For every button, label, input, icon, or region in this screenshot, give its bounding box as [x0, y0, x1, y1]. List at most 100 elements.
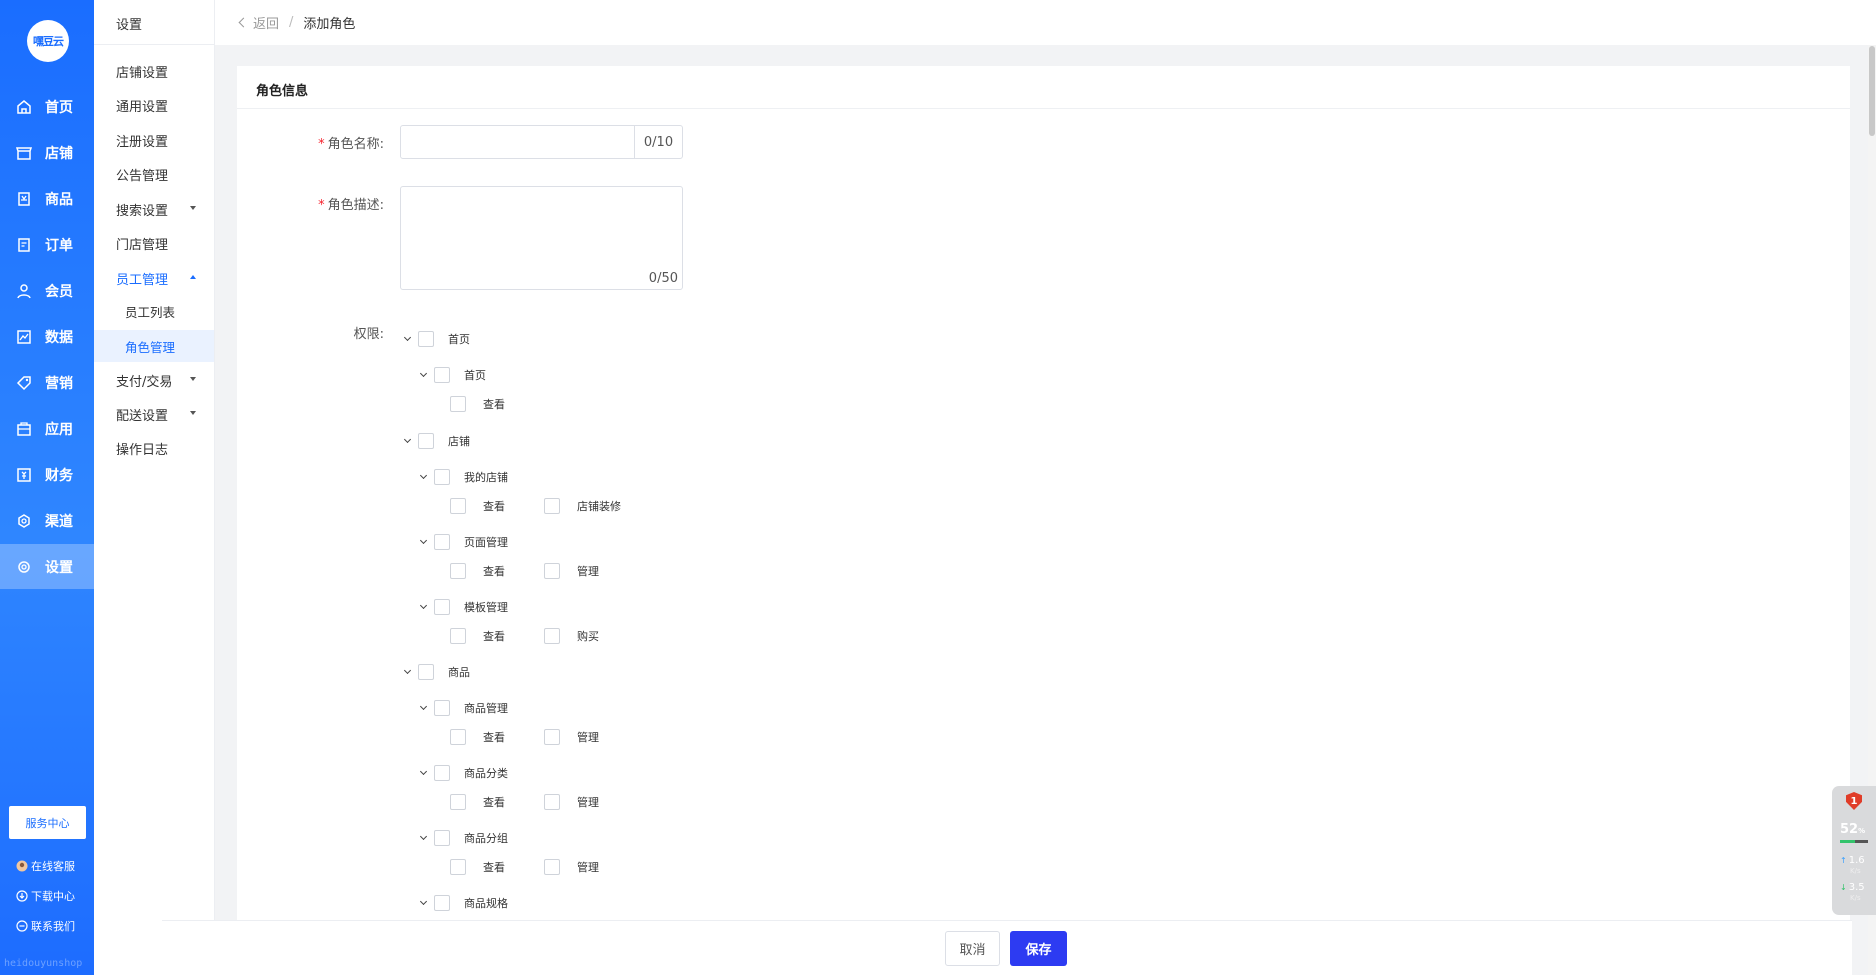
- subnav-item-2[interactable]: 注册设置: [94, 124, 214, 156]
- chevron-down-icon[interactable]: [418, 536, 428, 547]
- download-unit: K/s: [1850, 894, 1861, 902]
- download-center-link[interactable]: 下载中心: [16, 888, 75, 904]
- chevron-down-icon[interactable]: [418, 601, 428, 612]
- permission-checkbox[interactable]: [418, 664, 434, 680]
- tree-node-label: 首页: [448, 333, 470, 346]
- home-icon: [16, 99, 32, 115]
- subnav-item-9[interactable]: 支付/交易: [94, 364, 214, 396]
- download-value: 3.5: [1848, 882, 1865, 893]
- role-name-input[interactable]: [401, 127, 634, 157]
- permission-checkbox[interactable]: [544, 729, 560, 745]
- permission-checkbox[interactable]: [450, 628, 466, 644]
- brand-logo[interactable]: 嘿豆云: [27, 20, 69, 62]
- sidebar-item-5[interactable]: 数据: [0, 314, 94, 359]
- subnav-item-label: 角色管理: [125, 339, 176, 355]
- system-monitor-widget[interactable]: 1 52% ↑ 1.6 K/s ↓ 3.5 K/s: [1832, 786, 1876, 915]
- subnav-item-7[interactable]: 员工列表: [94, 295, 214, 327]
- permission-checkbox[interactable]: [434, 534, 450, 550]
- online-service-link[interactable]: 在线客服: [16, 858, 75, 874]
- subnav-item-6[interactable]: 员工管理: [94, 262, 214, 294]
- permission-checkbox[interactable]: [544, 794, 560, 810]
- subnav-item-11[interactable]: 操作日志: [94, 432, 214, 464]
- permission-checkbox[interactable]: [434, 367, 450, 383]
- sidebar-item-1[interactable]: 店铺: [0, 130, 94, 175]
- sidebar-item-6[interactable]: 营销: [0, 360, 94, 405]
- back-link[interactable]: 返回: [238, 13, 279, 32]
- permission-checkbox[interactable]: [450, 396, 466, 412]
- chevron-down-icon[interactable]: [418, 471, 428, 482]
- cpu-usage: 52%: [1840, 822, 1865, 837]
- scrollbar-thumb[interactable]: [1869, 46, 1875, 136]
- permission-checkbox[interactable]: [450, 859, 466, 875]
- sidebar-item-3[interactable]: 订单: [0, 222, 94, 267]
- tree-node-action: 查看: [450, 793, 505, 811]
- subnav-item-1[interactable]: 通用设置: [94, 89, 214, 121]
- chevron-down-icon[interactable]: [418, 369, 428, 380]
- tree-node-module: 商品分组: [418, 829, 508, 847]
- subnav-item-8[interactable]: 角色管理: [94, 330, 214, 362]
- role-desc-textarea[interactable]: [401, 187, 682, 289]
- sidebar-item-8[interactable]: 财务: [0, 452, 94, 497]
- brand-logo-text: 嘿豆云: [33, 35, 64, 48]
- app-icon: [16, 421, 32, 437]
- chevron-down-icon[interactable]: [418, 702, 428, 713]
- permission-checkbox[interactable]: [544, 859, 560, 875]
- tree-node-label: 商品分组: [464, 832, 508, 845]
- tree-node-label: 模板管理: [464, 601, 508, 614]
- sidebar-item-label: 渠道: [45, 513, 73, 530]
- subnav-item-3[interactable]: 公告管理: [94, 158, 214, 190]
- sidebar-item-0[interactable]: 首页: [0, 84, 94, 129]
- permission-checkbox[interactable]: [418, 331, 434, 347]
- permission-checkbox[interactable]: [450, 498, 466, 514]
- tree-node-group: 店铺: [402, 432, 470, 450]
- tree-node-label: 店铺装修: [577, 500, 621, 513]
- subnav-item-label: 操作日志: [116, 442, 169, 458]
- permission-checkbox[interactable]: [434, 765, 450, 781]
- permission-checkbox[interactable]: [434, 700, 450, 716]
- subnav-item-label: 门店管理: [116, 237, 169, 253]
- contact-us-link[interactable]: 联系我们: [16, 918, 75, 934]
- caret-down-icon: [190, 206, 196, 210]
- sidebar-item-7[interactable]: 应用: [0, 406, 94, 451]
- cancel-button[interactable]: 取消: [945, 931, 1000, 966]
- sidebar-item-9[interactable]: 渠道: [0, 498, 94, 543]
- tree-node-action: 管理: [544, 562, 599, 580]
- permission-checkbox[interactable]: [450, 563, 466, 579]
- sidebar-item-2[interactable]: 商品: [0, 176, 94, 221]
- sidebar-item-10[interactable]: 设置: [0, 544, 94, 589]
- sidebar-item-label: 应用: [45, 421, 73, 438]
- permission-checkbox[interactable]: [434, 599, 450, 615]
- tree-node-module: 首页: [418, 366, 486, 384]
- tree-node-module: 模板管理: [418, 598, 508, 616]
- permission-checkbox[interactable]: [450, 729, 466, 745]
- permission-checkbox[interactable]: [450, 794, 466, 810]
- chevron-down-icon[interactable]: [418, 897, 428, 908]
- permission-checkbox[interactable]: [418, 433, 434, 449]
- sidebar-item-label: 首页: [45, 99, 73, 116]
- chat-icon: [16, 920, 28, 932]
- chevron-down-icon[interactable]: [402, 666, 412, 677]
- chevron-down-icon[interactable]: [402, 435, 412, 446]
- sidebar-item-4[interactable]: 会员: [0, 268, 94, 313]
- chevron-down-icon[interactable]: [402, 333, 412, 344]
- permission-checkbox[interactable]: [434, 469, 450, 485]
- permission-checkbox[interactable]: [544, 498, 560, 514]
- permission-checkbox[interactable]: [544, 563, 560, 579]
- subnav-item-4[interactable]: 搜索设置: [94, 193, 214, 225]
- upload-rate: ↑ 1.6 K/s: [1840, 856, 1865, 876]
- save-button[interactable]: 保存: [1010, 931, 1067, 966]
- subnav-item-5[interactable]: 门店管理: [94, 227, 214, 259]
- tree-node-label: 购买: [577, 630, 599, 643]
- tree-node-module: 页面管理: [418, 533, 508, 551]
- permission-checkbox[interactable]: [434, 895, 450, 911]
- tree-node-label: 查看: [483, 565, 505, 578]
- chevron-down-icon[interactable]: [418, 767, 428, 778]
- tree-node-action: 查看: [450, 562, 505, 580]
- permission-checkbox[interactable]: [434, 830, 450, 846]
- subnav-item-0[interactable]: 店铺设置: [94, 55, 214, 87]
- permission-checkbox[interactable]: [544, 628, 560, 644]
- chevron-down-icon[interactable]: [418, 832, 428, 843]
- service-center-button[interactable]: 服务中心: [9, 806, 86, 839]
- contact-us-label: 联系我们: [31, 920, 75, 933]
- subnav-item-10[interactable]: 配送设置: [94, 398, 214, 430]
